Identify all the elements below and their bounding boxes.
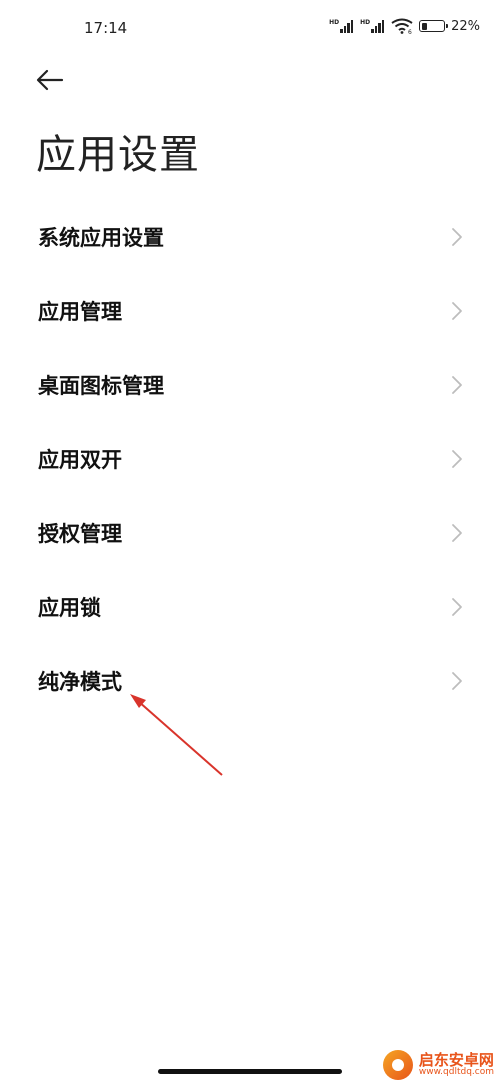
chevron-right-icon	[452, 376, 462, 394]
wifi-icon: 6	[391, 18, 413, 34]
menu-item-app-management[interactable]: 应用管理	[0, 274, 500, 348]
battery-percentage: 22%	[451, 18, 480, 34]
settings-menu-list: 系统应用设置 应用管理 桌面图标管理 应用双开 授权管理 应用锁 纯净模式	[0, 200, 500, 718]
menu-item-label: 应用锁	[38, 596, 101, 620]
chevron-right-icon	[452, 598, 462, 616]
chevron-right-icon	[452, 302, 462, 320]
hd-label: HD	[329, 19, 340, 26]
menu-item-pure-mode[interactable]: 纯净模式	[0, 644, 500, 718]
watermark: 启东安卓网 www.qdltdq.com	[382, 1050, 494, 1080]
menu-item-label: 应用管理	[38, 300, 122, 324]
back-button[interactable]	[30, 62, 70, 98]
hd-label-2: HD	[360, 19, 371, 26]
menu-item-label: 应用双开	[38, 448, 122, 472]
wifi-sub-label: 6	[408, 29, 412, 34]
watermark-text: 启东安卓网 www.qdltdq.com	[419, 1052, 494, 1078]
home-indicator[interactable]	[158, 1069, 342, 1074]
watermark-logo-icon	[382, 1050, 413, 1080]
status-icons: HD HD 6 22%	[329, 18, 480, 35]
menu-item-label: 桌面图标管理	[38, 374, 164, 398]
chevron-right-icon	[452, 524, 462, 542]
menu-item-system-app-settings[interactable]: 系统应用设置	[0, 200, 500, 274]
arrow-left-icon	[36, 69, 64, 91]
chevron-right-icon	[452, 450, 462, 468]
menu-item-permission-management[interactable]: 授权管理	[0, 496, 500, 570]
menu-item-label: 纯净模式	[38, 670, 122, 694]
menu-item-app-lock[interactable]: 应用锁	[0, 570, 500, 644]
battery-icon	[419, 20, 449, 32]
menu-item-desktop-icon-management[interactable]: 桌面图标管理	[0, 348, 500, 422]
status-time: 17:14	[84, 19, 128, 37]
status-bar: 17:14 HD HD 6 22%	[0, 0, 500, 58]
menu-item-dual-apps[interactable]: 应用双开	[0, 422, 500, 496]
cellular-signal-icon-2: HD	[360, 19, 385, 33]
chevron-right-icon	[452, 672, 462, 690]
cellular-signal-icon-1: HD	[329, 19, 354, 33]
watermark-url: www.qdltdq.com	[418, 1067, 494, 1078]
menu-item-label: 系统应用设置	[38, 226, 164, 250]
watermark-name: 启东安卓网	[418, 1050, 494, 1069]
battery-fill	[421, 22, 427, 30]
chevron-right-icon	[452, 228, 462, 246]
page-title: 应用设置	[36, 132, 200, 178]
menu-item-label: 授权管理	[38, 522, 122, 546]
